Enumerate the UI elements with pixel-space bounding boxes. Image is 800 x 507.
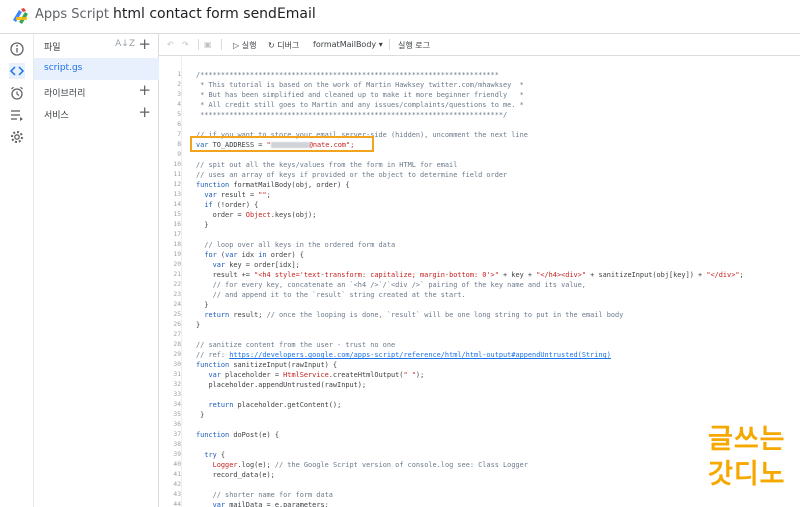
files-header: 파일 A↓Z + [34,35,159,57]
redo-icon[interactable]: ↷ [182,40,189,49]
code-editor[interactable]: 1/**************************************… [159,57,800,507]
libraries-section: 라이브러리 + [34,81,159,103]
save-icon[interactable]: ▣ [204,40,212,49]
project-title[interactable]: html contact form sendEmail [113,6,316,22]
chevron-down-icon: ▾ [378,40,383,49]
toolbar-divider [389,39,390,50]
undo-icon[interactable]: ↶ [167,40,174,49]
watermark-line-2: 갓디노 [708,459,786,490]
code-editor-icon[interactable] [9,63,25,79]
toolbar-divider [221,39,222,50]
info-icon[interactable] [9,41,25,57]
triggers-alarm-icon[interactable] [9,85,25,101]
watermark-line-1: 글쓰는 [708,424,786,455]
debug-icon: ↻ [268,41,275,50]
left-navigation-rail [0,34,34,507]
watermark: 글쓰는 갓디노 [708,422,790,492]
function-select-value: formatMailBody [313,40,377,49]
add-library-plus-icon[interactable]: + [138,83,151,98]
sort-az-icon[interactable]: A↓Z [115,39,135,49]
app-name[interactable]: Apps Script [35,7,109,22]
file-name: script.gs [44,63,83,73]
executions-list-icon[interactable] [9,107,25,123]
add-service-plus-icon[interactable]: + [138,105,151,120]
debug-button[interactable]: ↻ 디버그 [268,40,299,51]
libraries-label: 라이브러리 [44,89,86,99]
debug-label: 디버그 [277,41,300,50]
files-panel: 파일 A↓Z + script.gs 라이브러리 + 서비스 + [34,34,159,507]
function-select[interactable]: formatMailBody ▾ [313,40,383,49]
settings-gear-icon[interactable] [9,129,25,145]
editor-toolbar: ↶ ↷ ▣ ▷ 실행 ↻ 디버그 formatMailBody ▾ 실행 로그 [159,34,800,56]
top-bar: Apps Script html contact form sendEmail [0,0,800,34]
highlight-annotation-box [190,136,374,152]
files-label: 파일 [44,43,61,53]
gutter-divider [181,57,182,507]
file-item-script-gs[interactable]: script.gs [34,58,159,80]
add-file-plus-icon[interactable]: + [138,37,151,52]
execution-log-button[interactable]: 실행 로그 [398,40,430,51]
run-label: 실행 [241,41,257,50]
services-section: 서비스 + [34,103,159,125]
apps-script-logo-icon[interactable] [11,7,31,25]
reference-link[interactable]: https://developers.google.com/apps-scrip… [229,351,611,359]
services-label: 서비스 [44,111,69,121]
run-play-icon: ▷ [233,41,240,50]
run-button[interactable]: ▷ 실행 [233,40,256,51]
toolbar-divider [198,39,199,50]
